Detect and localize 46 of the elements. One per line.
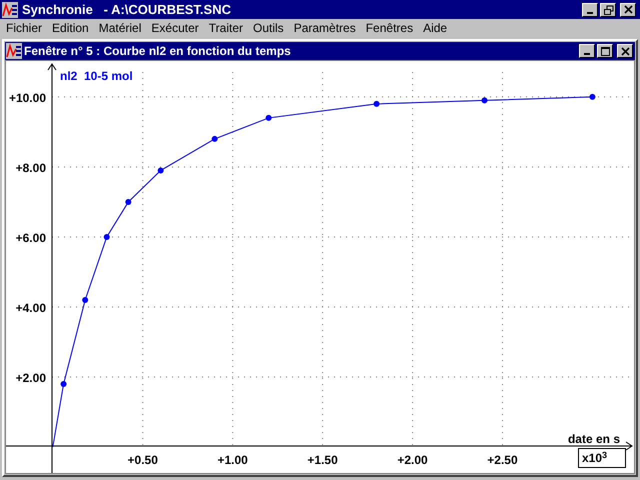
data-point	[82, 297, 88, 304]
menu-item[interactable]: Matériel	[94, 19, 146, 37]
close-button[interactable]	[617, 44, 633, 58]
tick-label: +0.50	[128, 453, 158, 467]
maximize-icon	[598, 46, 612, 56]
window-title: Synchronie - A:\COURBEST.SNC	[22, 0, 232, 19]
menu-item[interactable]: Traiter	[204, 19, 248, 37]
close-icon	[622, 4, 634, 15]
data-point	[482, 97, 488, 104]
tick-label: +10.00	[8, 90, 46, 105]
data-point	[104, 234, 110, 240]
data-point	[266, 114, 272, 121]
tick-label: +4.00	[16, 301, 46, 316]
y-axis-label: nl2 10-5 mol	[60, 69, 133, 83]
minimize-button[interactable]	[582, 2, 598, 16]
multiplier-label: x10$^{3}$	[578, 448, 626, 468]
data-point	[125, 198, 132, 205]
tick-label: +1.00	[217, 453, 248, 467]
x-axis-label: date en s	[568, 432, 620, 446]
tick-label: +1.50	[307, 453, 338, 467]
menu-item[interactable]: Edition	[47, 19, 94, 37]
minimize-icon	[587, 12, 593, 14]
menu-item[interactable]: Paramètres	[288, 19, 361, 37]
data-point	[158, 167, 164, 174]
data-point	[212, 136, 218, 142]
maximize-button[interactable]	[597, 44, 613, 58]
minimize-icon	[584, 53, 590, 55]
menu-item[interactable]: Exécuter	[146, 19, 204, 37]
data-point	[589, 94, 596, 100]
tick-label: +6.00	[16, 230, 46, 245]
menu-item[interactable]: Fichier	[1, 19, 48, 37]
restore-button[interactable]	[600, 2, 616, 16]
child-window-title: Fenêtre n° 5 : Courbe nl2 en fonction du temps	[24, 43, 292, 60]
menu-item[interactable]: Fenêtres	[360, 19, 418, 37]
tick-label: +2.00	[397, 453, 428, 467]
data-point	[374, 100, 380, 107]
restore-icon	[602, 4, 614, 15]
tick-label: +2.50	[487, 453, 518, 467]
data-point	[60, 381, 67, 388]
minimize-button[interactable]	[579, 44, 595, 58]
tick-label: +2.00	[16, 371, 46, 386]
tick-label: +8.00	[16, 160, 46, 175]
close-button[interactable]	[620, 2, 636, 16]
menu-item[interactable]: Outils	[248, 19, 289, 37]
close-icon	[618, 46, 632, 56]
menu-item[interactable]: Aide	[418, 19, 452, 37]
